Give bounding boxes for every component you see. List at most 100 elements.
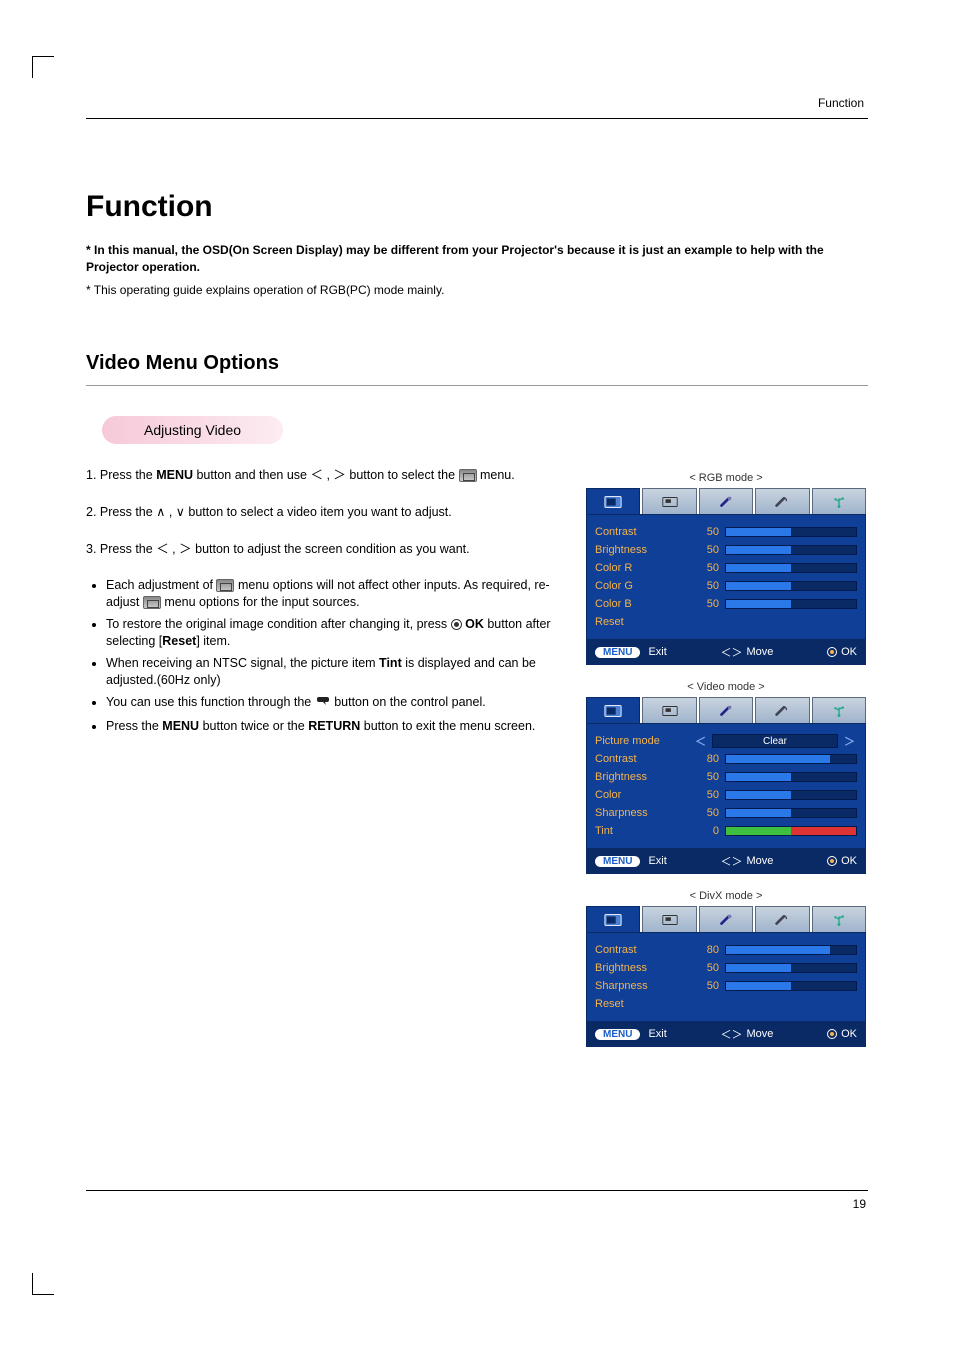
video-menu-icon <box>459 469 477 482</box>
tab-setup-icon[interactable] <box>699 488 753 514</box>
ok-dot-icon <box>827 856 837 866</box>
row-sharpness[interactable]: Sharpness50 <box>595 804 857 822</box>
label: Tint <box>595 825 687 837</box>
exit-label: Exit <box>648 1028 666 1040</box>
label: Reset <box>595 616 687 628</box>
ok-dot-icon <box>451 619 462 630</box>
slider[interactable] <box>725 772 857 782</box>
row-reset[interactable]: Reset <box>595 613 857 631</box>
move-arrows-icon: ＜＞ <box>720 1026 742 1042</box>
slider[interactable] <box>725 981 857 991</box>
tab-setup-icon[interactable] <box>699 906 753 932</box>
move-arrows-icon: ＜＞ <box>720 644 742 660</box>
row-contrast[interactable]: Contrast80 <box>595 941 857 959</box>
move-label: Move <box>746 646 773 658</box>
tint-slider[interactable] <box>725 826 857 836</box>
slider[interactable] <box>725 963 857 973</box>
section-heading: Video Menu Options <box>86 352 868 375</box>
footer-rule <box>86 1190 868 1191</box>
tab-usb-icon[interactable] <box>812 697 866 723</box>
label: Contrast <box>595 753 687 765</box>
label: Color B <box>595 598 687 610</box>
step-2: 2. Press the ∧ , ∨ button to select a vi… <box>86 503 570 522</box>
tab-audio-icon[interactable] <box>755 906 809 932</box>
row-brightness[interactable]: Brightness50 <box>595 541 857 559</box>
row-reset[interactable]: Reset <box>595 995 857 1013</box>
tab-video-icon[interactable] <box>586 488 640 514</box>
slider[interactable] <box>725 599 857 609</box>
menu-button[interactable]: MENU <box>595 1029 640 1040</box>
row-color-g[interactable]: Color G50 <box>595 577 857 595</box>
menu-button[interactable]: MENU <box>595 647 640 658</box>
chevron-left-icon[interactable]: ＜ <box>693 733 708 749</box>
tab-usb-icon[interactable] <box>812 906 866 932</box>
row-tint[interactable]: Tint0 <box>595 822 857 840</box>
tab-screen-icon[interactable] <box>642 697 696 723</box>
bullet-list: Each adjustment of menu options will not… <box>86 577 570 736</box>
slider[interactable] <box>725 545 857 555</box>
bullet-2: To restore the original image condition … <box>106 616 570 651</box>
value: 50 <box>693 980 719 992</box>
ok-label: OK <box>841 646 857 658</box>
value: 50 <box>693 807 719 819</box>
slider[interactable] <box>725 790 857 800</box>
row-contrast[interactable]: Contrast 80 <box>595 750 857 768</box>
label: Reset <box>595 998 687 1010</box>
row-brightness[interactable]: Brightness50 <box>595 768 857 786</box>
label: Sharpness <box>595 980 687 992</box>
text: , <box>323 468 333 482</box>
text: Press the <box>106 719 162 733</box>
subsection-pill: Adjusting Video <box>102 416 283 444</box>
slider[interactable] <box>725 808 857 818</box>
row-picture-mode[interactable]: Picture mode ＜ Clear ＞ <box>595 732 857 750</box>
osd-body: Contrast80 Brightness50 Sharpness 50 Rese… <box>586 932 866 1022</box>
row-color-b[interactable]: Color B50 <box>595 595 857 613</box>
move-label: Move <box>746 1028 773 1040</box>
move-label: Move <box>746 855 773 867</box>
picture-mode-selector[interactable]: ＜ Clear ＞ <box>693 733 857 749</box>
right-arrow-glyph: ＞ <box>179 542 192 556</box>
page-title: Function <box>86 190 868 224</box>
tab-video-icon[interactable] <box>586 697 640 723</box>
chevron-right-icon[interactable]: ＞ <box>842 733 857 749</box>
osd-tabs <box>586 697 866 723</box>
crop-mark-tl <box>32 56 54 78</box>
row-color-r[interactable]: Color R50 <box>595 559 857 577</box>
text: menu. <box>477 468 515 482</box>
slider[interactable] <box>725 581 857 591</box>
tab-screen-icon[interactable] <box>642 488 696 514</box>
tab-audio-icon[interactable] <box>755 488 809 514</box>
reset-word: Reset <box>162 634 196 648</box>
text: , <box>169 542 179 556</box>
slider[interactable] <box>725 945 857 955</box>
row-brightness[interactable]: Brightness50 <box>595 959 857 977</box>
row-color[interactable]: Color50 <box>595 786 857 804</box>
value: 50 <box>693 580 719 592</box>
menu-button[interactable]: MENU <box>595 856 640 867</box>
text: button to adjust the screen condition as… <box>192 542 470 556</box>
text: 2. Press the <box>86 505 156 519</box>
slider[interactable] <box>725 563 857 573</box>
value: 50 <box>693 562 719 574</box>
ok-dot-icon <box>827 647 837 657</box>
osd-column: < RGB mode > Contrast50 Brightness50 Col… <box>584 466 868 1063</box>
text: button twice or the <box>199 719 308 733</box>
row-sharpness[interactable]: Sharpness 50 <box>595 977 857 995</box>
row-contrast[interactable]: Contrast50 <box>595 523 857 541</box>
tab-screen-icon[interactable] <box>642 906 696 932</box>
value: 50 <box>693 789 719 801</box>
tab-audio-icon[interactable] <box>755 697 809 723</box>
slider[interactable] <box>725 754 857 764</box>
tab-usb-icon[interactable] <box>812 488 866 514</box>
text: , <box>165 505 175 519</box>
tab-setup-icon[interactable] <box>699 697 753 723</box>
text: 1. Press the <box>86 468 156 482</box>
slider[interactable] <box>725 527 857 537</box>
tab-video-icon[interactable] <box>586 906 640 932</box>
osd-body: Picture mode ＜ Clear ＞ Contrast 80 Bright… <box>586 723 866 849</box>
value: 80 <box>693 753 719 765</box>
move-arrows-icon: ＜＞ <box>720 853 742 869</box>
label: Brightness <box>595 544 687 556</box>
text: menu options for the input sources. <box>161 595 360 609</box>
label: Brightness <box>595 962 687 974</box>
